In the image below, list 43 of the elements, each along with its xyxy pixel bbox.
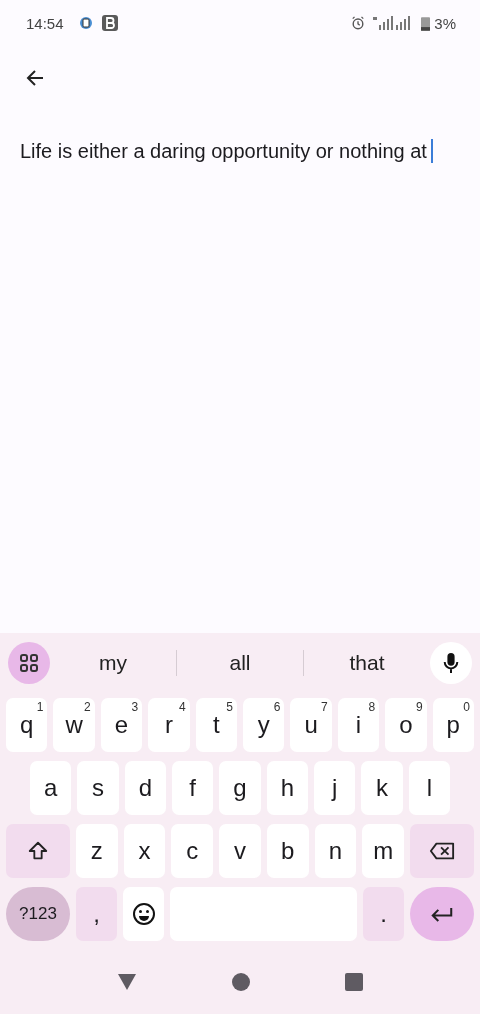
backspace-icon	[429, 841, 455, 861]
backspace-key[interactable]	[410, 824, 474, 878]
b-notification-icon	[101, 15, 118, 31]
shift-arrow-icon	[27, 840, 49, 862]
letter-key[interactable]: v	[219, 824, 261, 878]
letter-key[interactable]: d	[124, 761, 166, 815]
back-triangle-icon[interactable]	[117, 972, 138, 991]
punctuation-key[interactable]: ,	[76, 887, 117, 941]
microphone-icon[interactable]	[430, 642, 472, 684]
letter-key[interactable]: m	[362, 824, 404, 878]
app-notification-icon	[77, 15, 94, 31]
smiley-icon	[131, 902, 156, 926]
letter-key[interactable]: n	[314, 824, 357, 878]
letter-key[interactable]: x	[123, 824, 166, 878]
enter-arrow-icon	[430, 905, 454, 923]
note-text[interactable]: Life is either a daring opportunity or nothing at	[20, 140, 433, 162]
enter-key[interactable]	[410, 887, 474, 941]
shift-key[interactable]	[6, 824, 70, 878]
letter-key[interactable]: z	[76, 824, 118, 878]
letter-key[interactable]: f	[172, 761, 214, 815]
recents-square-icon[interactable]	[344, 972, 363, 991]
symbols-key[interactable]: ?123	[6, 887, 70, 941]
letter-key[interactable]: b	[266, 824, 309, 878]
letter-key[interactable]: s	[77, 761, 119, 815]
letter-key[interactable]: h	[266, 761, 308, 815]
letter-key[interactable]: l	[408, 761, 450, 815]
apps-icon[interactable]	[8, 642, 50, 684]
battery-icon	[421, 15, 431, 31]
letter-key[interactable]: g	[219, 761, 261, 815]
back-arrow-icon[interactable]	[25, 68, 45, 88]
letter-key[interactable]: j	[314, 761, 356, 815]
punctuation-key[interactable]: .	[363, 887, 404, 941]
status-time: 14:54	[26, 14, 64, 32]
home-circle-icon[interactable]	[232, 972, 250, 991]
emoji-key[interactable]	[123, 887, 164, 941]
suggestion[interactable]: that	[304, 643, 430, 683]
letter-key[interactable]: a	[30, 761, 72, 815]
suggestion[interactable]: my	[50, 643, 176, 683]
suggestion[interactable]: all	[177, 643, 303, 683]
battery-percent: 3%	[434, 14, 456, 32]
alarm-icon	[351, 16, 366, 30]
letter-key[interactable]: k	[361, 761, 403, 815]
letter-key[interactable]: c	[171, 824, 214, 878]
